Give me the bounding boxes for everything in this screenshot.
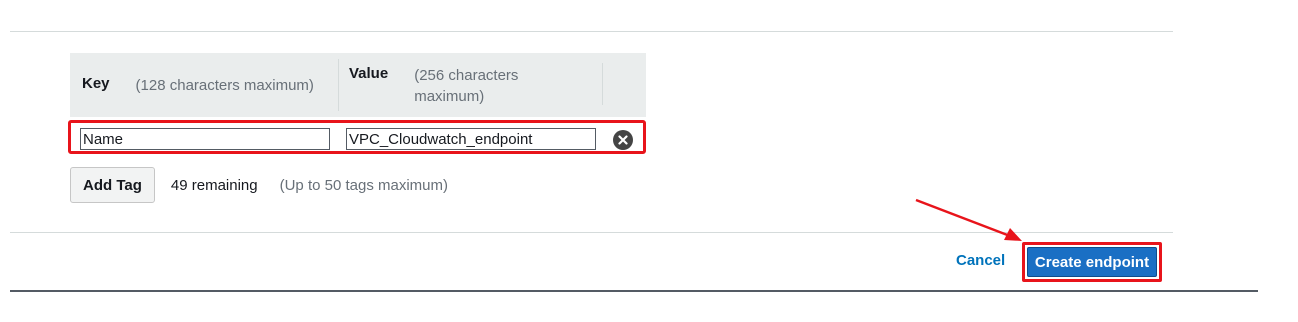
tags-limit-note: (Up to 50 tags maximum) <box>279 176 448 194</box>
tag-value-input[interactable] <box>346 128 596 150</box>
tag-row-highlighted <box>68 120 646 154</box>
key-column-header: Key (128 characters maximum) <box>70 53 338 96</box>
divider-middle <box>10 232 1173 233</box>
tags-table-header: Key (128 characters maximum) Value (256 … <box>70 53 646 117</box>
cancel-link[interactable]: Cancel <box>956 252 1005 269</box>
key-header-label: Key <box>82 75 110 92</box>
divider-bottom <box>10 290 1258 292</box>
create-endpoint-button[interactable]: Create endpoint <box>1027 247 1157 277</box>
tags-table: Key (128 characters maximum) Value (256 … <box>68 53 646 154</box>
tags-remaining-count: 49 remaining <box>170 176 258 194</box>
create-endpoint-highlight: Create endpoint <box>1022 242 1162 282</box>
remove-tag-button[interactable] <box>613 130 633 150</box>
add-tag-row: Add Tag 49 remaining (Up to 50 tags maxi… <box>70 167 448 203</box>
value-header-label: Value <box>349 65 389 82</box>
value-column-header: Value (256 characters maximum) <box>338 59 602 111</box>
close-circle-icon <box>618 135 628 145</box>
tag-key-input[interactable] <box>80 128 330 150</box>
column-separator <box>602 63 603 105</box>
add-tag-button[interactable]: Add Tag <box>70 167 155 203</box>
divider-top <box>10 31 1173 32</box>
value-header-hint: (256 characters maximum) <box>414 67 519 105</box>
key-header-hint: (128 characters maximum) <box>135 77 314 94</box>
